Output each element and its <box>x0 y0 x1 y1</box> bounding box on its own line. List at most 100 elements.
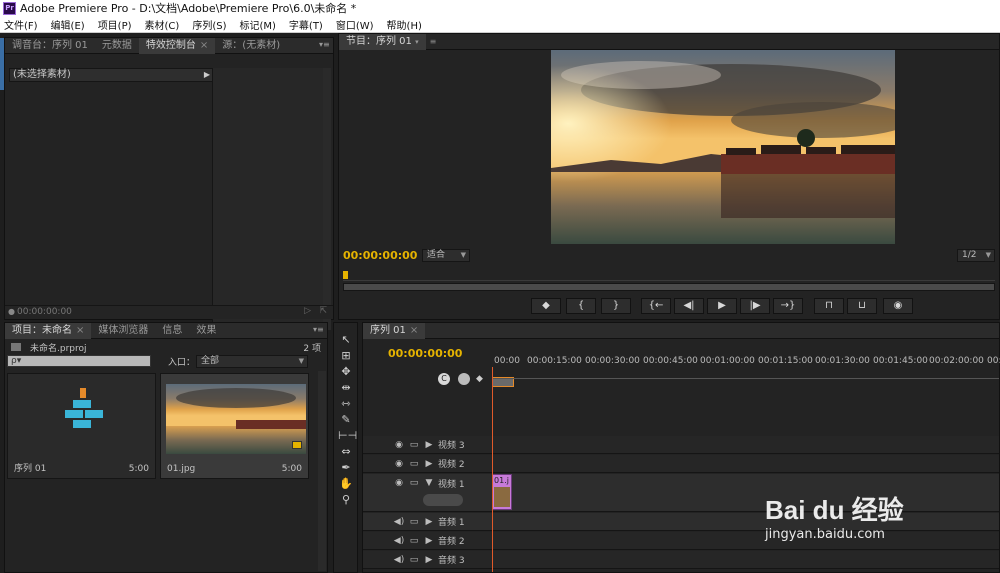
export-frame-button[interactable]: ◉ <box>883 298 913 314</box>
menu-sequence[interactable]: 序列(S) <box>192 17 226 32</box>
playhead-marker[interactable] <box>343 271 348 279</box>
ruler-label-8: 00:02:00:00 <box>929 356 984 366</box>
export-icon[interactable]: ⇱ <box>319 306 327 316</box>
eye-icon[interactable]: ◉ <box>393 459 405 469</box>
close-icon[interactable]: × <box>76 325 84 336</box>
play-audio-icon[interactable]: ▷ <box>304 306 311 316</box>
search-input[interactable]: ρ▾ <box>7 355 151 367</box>
selection-tool-icon[interactable]: ↖ <box>338 333 354 347</box>
lock-icon[interactable]: ▭ <box>408 440 420 450</box>
program-tab-menu-icon[interactable]: ≡ <box>430 37 437 46</box>
project-item-image[interactable]: 01.jpg 5:00 <box>160 373 309 479</box>
step-back-button[interactable]: ◀| <box>674 298 704 314</box>
close-icon[interactable]: × <box>410 325 418 336</box>
track-select-tool-icon[interactable]: ⊞ <box>338 349 354 363</box>
lock-icon[interactable]: ▭ <box>408 459 420 469</box>
marker-icon[interactable]: ◆ <box>476 374 483 384</box>
ripple-edit-tool-icon[interactable]: ✥ <box>338 365 354 379</box>
tab-effect-controls-label: 特效控制台 <box>145 39 196 51</box>
tab-effect-controls[interactable]: 特效控制台 × <box>138 37 216 54</box>
collapse-arrow-icon[interactable]: ▼ <box>423 478 435 488</box>
tab-media-browser[interactable]: 媒体浏览器 <box>91 323 155 339</box>
timeline-playhead[interactable] <box>492 367 493 572</box>
snap-button[interactable]: C <box>438 373 450 385</box>
tab-info[interactable]: 信息 <box>155 323 189 339</box>
premiere-app-icon: Pr <box>3 1 16 15</box>
hand-tool-icon[interactable]: ✋ <box>338 477 354 491</box>
tab-program[interactable]: 节目：序列 01 ▾ <box>339 33 426 50</box>
in-dropdown-value: 全部 <box>201 356 220 366</box>
pen-tool-icon[interactable]: ✒ <box>338 461 354 475</box>
lift-button[interactable]: ⊓ <box>814 298 844 314</box>
close-icon[interactable]: × <box>200 40 208 51</box>
mark-in-button[interactable]: { <box>566 298 596 314</box>
program-tabs: 节目：序列 01 ▾ ≡ <box>339 33 999 50</box>
fit-dropdown[interactable]: 适合 ▼ <box>422 249 470 262</box>
add-marker-button[interactable]: ◆ <box>531 298 561 314</box>
zoom-tool-icon[interactable]: ⚲ <box>338 493 354 507</box>
extract-button[interactable]: ⊔ <box>847 298 877 314</box>
menu-window[interactable]: 窗口(W) <box>336 17 374 32</box>
track-header: ◉ ▭ ▶ 视频 2 <box>393 455 465 472</box>
lock-icon[interactable]: ▭ <box>408 555 420 565</box>
expand-arrow-icon[interactable]: ▶ <box>423 536 435 546</box>
tab-source[interactable]: 源：(无素材) <box>215 38 287 54</box>
tab-metadata[interactable]: 元数据 <box>95 38 139 54</box>
item-count: 2 项 <box>303 344 321 354</box>
effect-scrollbar[interactable] <box>323 68 331 330</box>
lock-icon[interactable]: ▭ <box>408 536 420 546</box>
menu-help[interactable]: 帮助(H) <box>387 17 422 32</box>
pavilion-roof-4 <box>841 145 895 154</box>
speaker-icon[interactable]: ◀) <box>393 555 405 565</box>
go-to-in-button[interactable]: {← <box>641 298 671 314</box>
rate-stretch-tool-icon[interactable]: ⇿ <box>338 397 354 411</box>
menu-marker[interactable]: 标记(M) <box>239 17 275 32</box>
menu-edit[interactable]: 编辑(E) <box>51 17 85 32</box>
timeline-ruler-ticks[interactable] <box>492 371 999 379</box>
expand-arrow-icon[interactable]: ▶ <box>423 440 435 450</box>
expand-arrow-icon[interactable]: ▶ <box>204 69 210 81</box>
tab-project[interactable]: 项目：未命名 × <box>5 322 92 339</box>
speaker-icon[interactable]: ◀) <box>393 517 405 527</box>
menu-title[interactable]: 字幕(T) <box>289 17 323 32</box>
in-label: 入口： <box>168 358 196 368</box>
go-to-out-button[interactable]: →} <box>773 298 803 314</box>
slip-tool-icon[interactable]: ⊢⊣ <box>338 429 357 443</box>
tab-effects[interactable]: 效果 <box>189 323 223 339</box>
clip-01-jpg[interactable]: 01.j <box>492 474 512 510</box>
track-name: 音频 1 <box>438 518 465 528</box>
expand-arrow-icon[interactable]: ▶ <box>423 555 435 565</box>
eye-icon[interactable]: ◉ <box>393 440 405 450</box>
lock-icon[interactable]: ▭ <box>408 478 420 488</box>
slide-tool-icon[interactable]: ⇔ <box>338 445 354 459</box>
project-tabs: 项目：未命名 × 媒体浏览器 信息 效果 ▾≡ <box>5 322 327 339</box>
tab-sequence-01[interactable]: 序列 01 × <box>363 322 426 339</box>
eye-icon[interactable]: ◉ <box>393 478 405 488</box>
keyframe-nav[interactable] <box>423 494 463 506</box>
clip-header: (未选择素材) ▶ <box>9 68 215 82</box>
expand-arrow-icon[interactable]: ▶ <box>423 517 435 527</box>
rolling-edit-tool-icon[interactable]: ⇹ <box>338 381 354 395</box>
panel-menu-icon[interactable]: ▾≡ <box>319 41 330 49</box>
razor-tool-icon[interactable]: ✎ <box>338 413 354 427</box>
menu-project[interactable]: 项目(P) <box>98 17 132 32</box>
speaker-icon[interactable]: ◀) <box>393 536 405 546</box>
project-item-sequence[interactable]: 序列 01 5:00 <box>7 373 156 479</box>
step-forward-button[interactable]: |▶ <box>740 298 770 314</box>
zoom-scroll-bar[interactable] <box>343 283 995 291</box>
mark-out-button[interactable]: } <box>601 298 631 314</box>
lock-icon[interactable]: ▭ <box>408 517 420 527</box>
menu-file[interactable]: 文件(F) <box>4 17 38 32</box>
set-marker-icon[interactable] <box>458 373 470 385</box>
resolution-dropdown[interactable]: 1/2 ▼ <box>957 249 995 262</box>
expand-arrow-icon[interactable]: ▶ <box>423 459 435 469</box>
film-strip-badge-icon <box>292 441 302 449</box>
play-button[interactable]: ▶ <box>707 298 737 314</box>
in-dropdown[interactable]: 全部 ▼ <box>196 355 308 368</box>
program-time-ruler[interactable] <box>343 271 995 281</box>
tab-audio-mixer[interactable]: 调音台：序列 01 <box>5 38 95 54</box>
panel-menu-icon[interactable]: ▾≡ <box>313 326 324 334</box>
project-scrollbar[interactable] <box>318 371 326 571</box>
menu-clip[interactable]: 素材(C) <box>145 17 180 32</box>
timeline-tabs: 序列 01 × <box>363 322 999 339</box>
